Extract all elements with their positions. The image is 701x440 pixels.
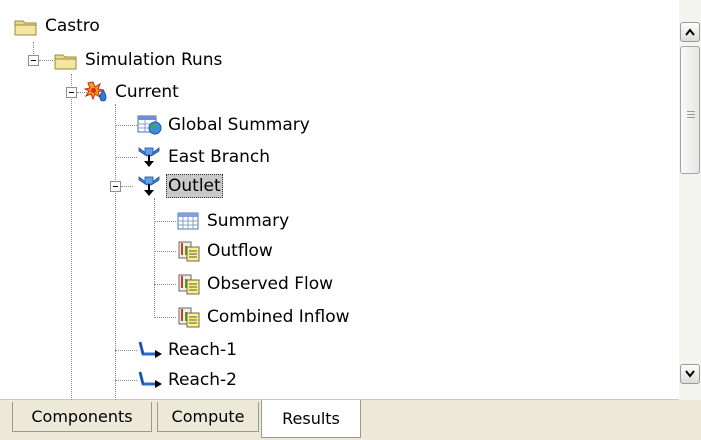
tree-node-label: Castro [45, 16, 100, 36]
tree-node-castro[interactable]: Castro [14, 14, 102, 38]
scroll-down-button[interactable] [680, 364, 700, 384]
tree-connector [154, 317, 176, 318]
tree-node-outlet[interactable]: Outlet [137, 174, 223, 198]
tree-connector [154, 284, 176, 285]
tree-node-reach-2[interactable]: Reach-2 [137, 368, 239, 392]
tab-label: Components [31, 407, 133, 426]
folder-icon [14, 20, 37, 36]
grip-line [687, 111, 695, 112]
tree-connector [39, 60, 53, 61]
tree-connector [115, 350, 137, 351]
tree-node-label-selected: Outlet [166, 174, 223, 198]
grip-line [687, 114, 695, 115]
tab-components[interactable]: Components [12, 402, 152, 432]
tree-node-label: Simulation Runs [85, 50, 223, 70]
chevron-up-icon [685, 28, 695, 36]
tree-connector [115, 104, 116, 400]
junction-icon [138, 147, 160, 167]
tree-connector [115, 157, 137, 158]
tab-compute[interactable]: Compute [157, 402, 259, 432]
tree-node-simulation-runs[interactable]: Simulation Runs [54, 48, 224, 72]
junction-icon [138, 176, 160, 196]
grip-line [687, 117, 695, 118]
tab-bar: Components Compute Results [0, 400, 701, 440]
collapse-toggle-simulation-runs[interactable] [28, 55, 39, 66]
reach-icon [138, 341, 162, 358]
tree-node-label: Combined Inflow [207, 307, 350, 327]
graph-icon [178, 307, 200, 328]
tree-node-current[interactable]: Current [84, 80, 181, 104]
tree-node-global-summary[interactable]: Global Summary [137, 113, 312, 137]
reach-icon [138, 371, 162, 388]
tree-connector [115, 125, 137, 126]
tree-node-label: Current [115, 82, 179, 102]
tree-node-east-branch[interactable]: East Branch [137, 145, 272, 169]
graph-icon [178, 241, 200, 262]
watershed-tree: Castro Simulation Runs Current Global Su… [0, 0, 678, 400]
results-tree-panel: Castro Simulation Runs Current Global Su… [0, 0, 701, 400]
tree-node-outflow[interactable]: Outflow [176, 239, 275, 263]
tree-node-label: East Branch [168, 147, 271, 167]
global-summary-icon [137, 115, 162, 135]
folder-icon [54, 54, 77, 70]
graph-icon [178, 274, 200, 295]
tree-connector [115, 380, 137, 381]
tab-label: Results [282, 409, 340, 428]
tree-node-label: Global Summary [168, 115, 310, 135]
tab-label: Compute [171, 407, 245, 426]
scroll-up-button[interactable] [680, 22, 700, 42]
vertical-scrollbar[interactable] [679, 0, 701, 400]
tree-connector [154, 251, 176, 252]
collapse-toggle-outlet[interactable] [110, 181, 121, 192]
tree-node-reach-1[interactable]: Reach-1 [137, 338, 239, 362]
tree-node-label: Reach-1 [168, 340, 237, 360]
tree-connector [71, 74, 72, 400]
scroll-thumb[interactable] [680, 46, 700, 174]
table-icon [177, 212, 199, 230]
collapse-toggle-current[interactable] [66, 87, 77, 98]
tree-connector [121, 186, 133, 187]
tree-connector [154, 198, 155, 318]
tree-node-label: Reach-2 [168, 370, 237, 390]
tree-node-label: Outflow [207, 241, 273, 261]
tab-results[interactable]: Results [261, 400, 361, 438]
tree-node-observed-flow[interactable]: Observed Flow [176, 272, 335, 296]
chevron-down-icon [685, 370, 695, 378]
tree-connector [154, 221, 176, 222]
tree-node-summary[interactable]: Summary [176, 209, 291, 233]
tree-node-label: Observed Flow [207, 274, 333, 294]
tree-node-label: Summary [207, 211, 290, 231]
current-run-icon [84, 81, 107, 102]
tree-node-combined-inflow[interactable]: Combined Inflow [176, 305, 352, 329]
